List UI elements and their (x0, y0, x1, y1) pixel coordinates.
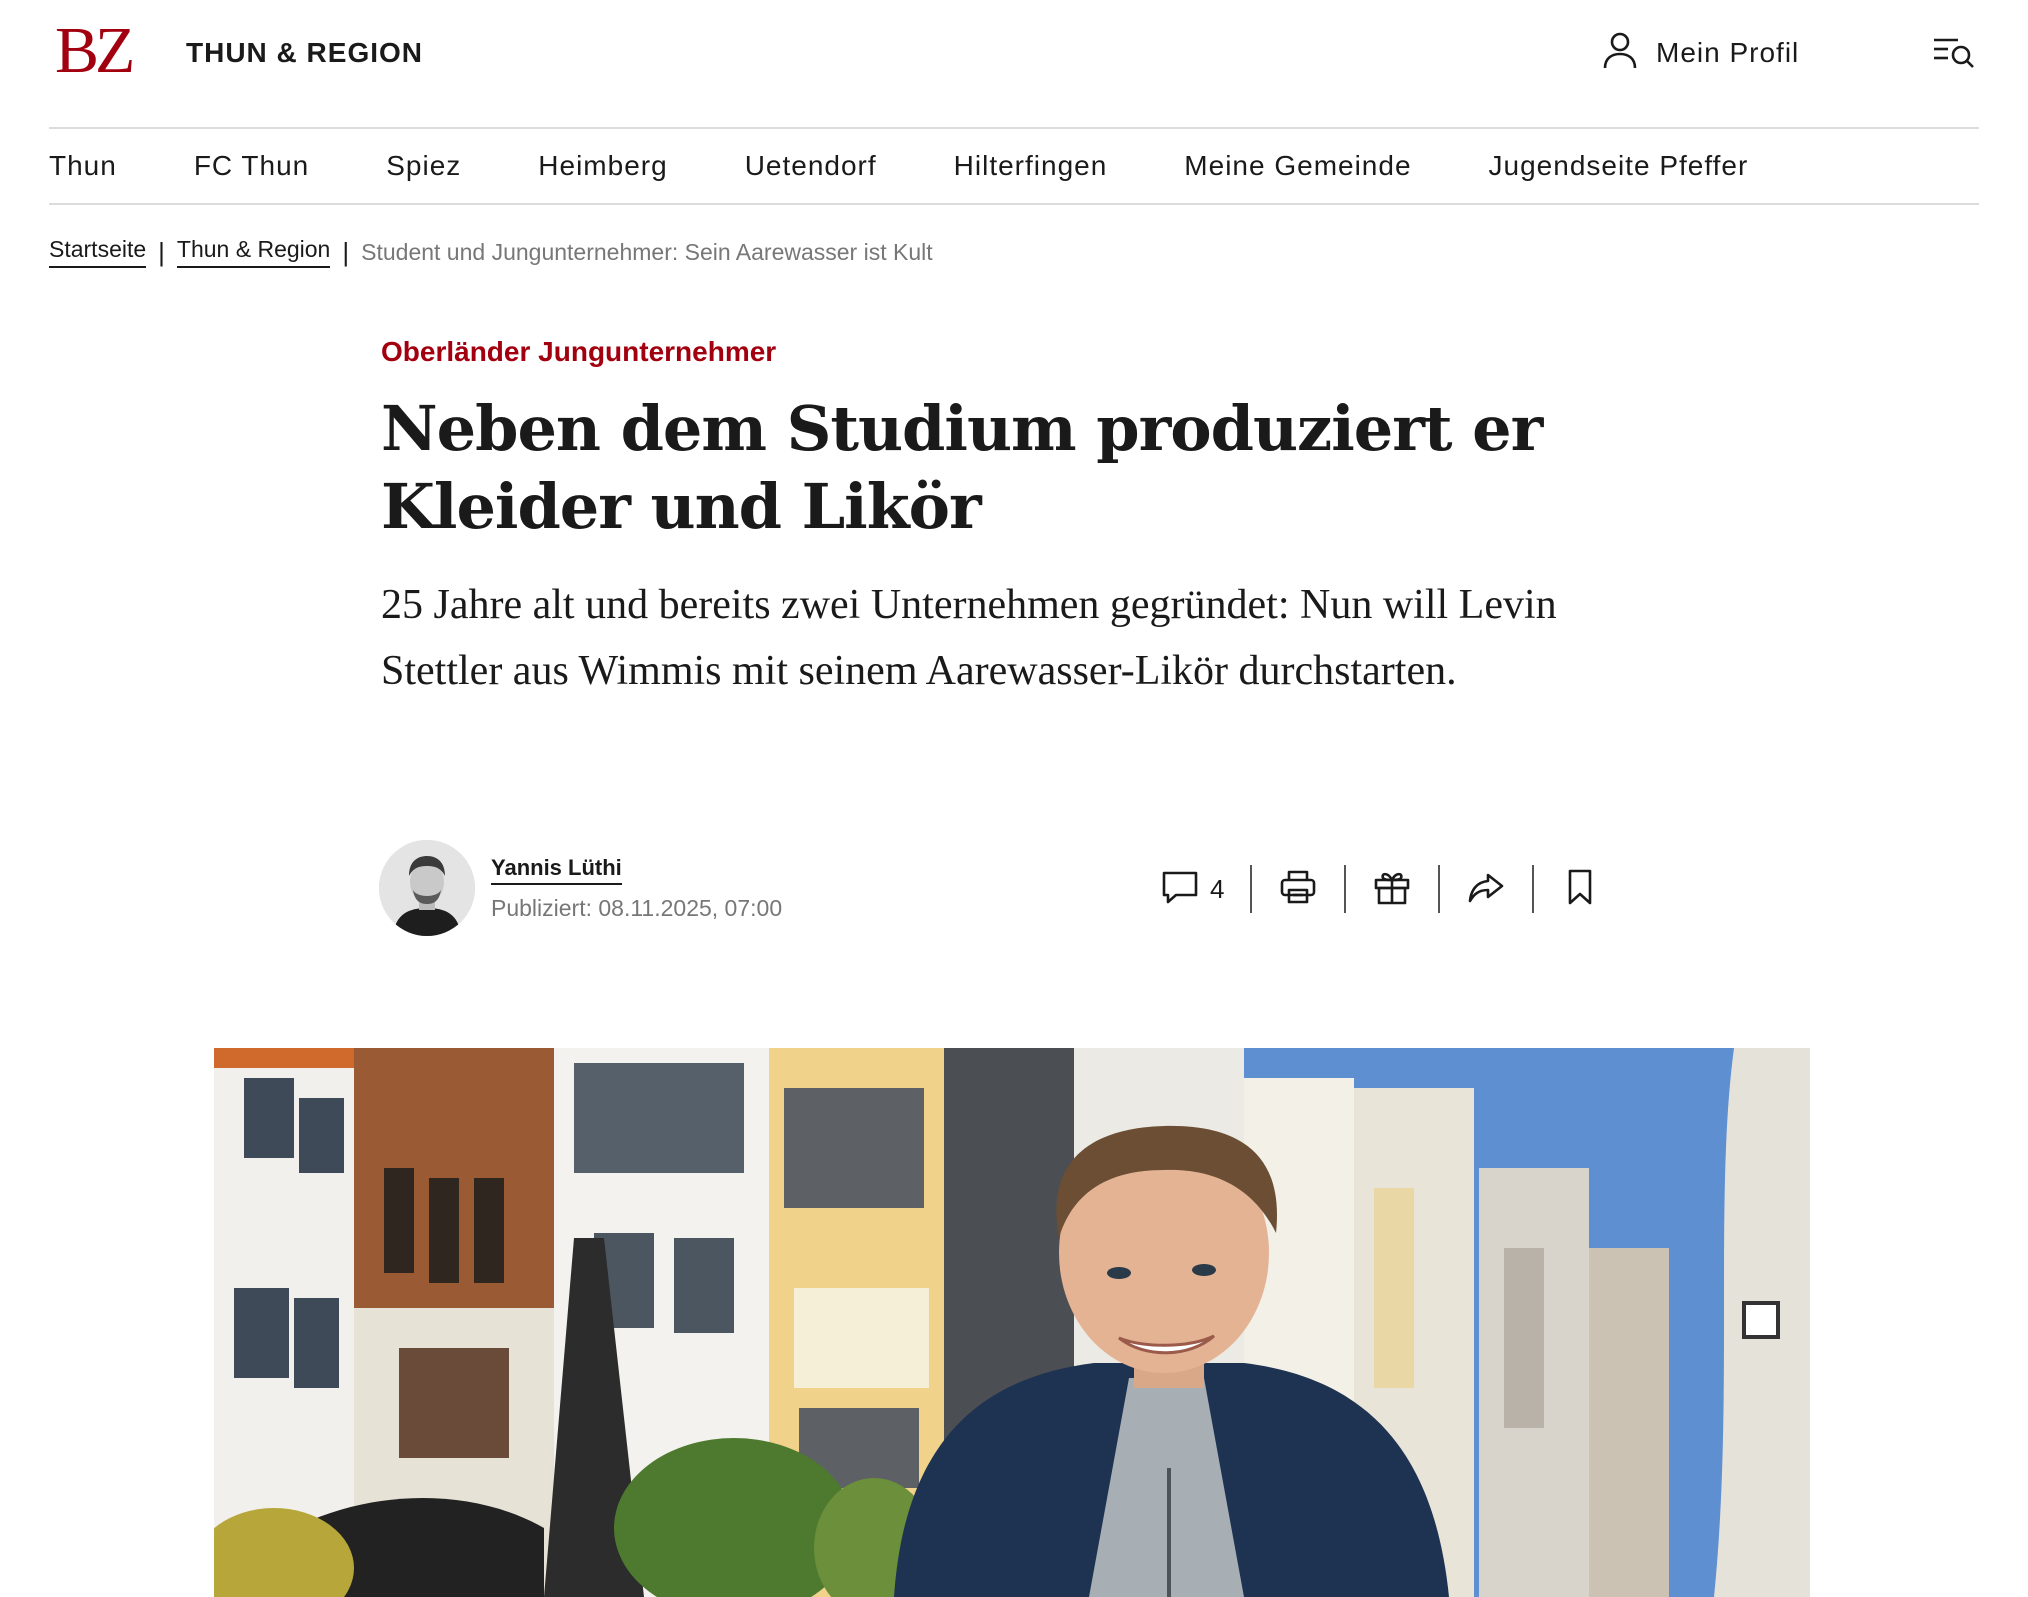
breadcrumb-thun-region[interactable]: Thun & Region (176, 236, 331, 268)
nav-divider (49, 203, 1979, 205)
bz-logo[interactable]: BZ (55, 18, 135, 84)
bookmark-button[interactable] (1534, 864, 1626, 914)
byline: Yannis Lüthi Publiziert: 08.11.2025, 07:… (379, 840, 782, 936)
section-title[interactable]: THUN & REGION (186, 36, 423, 70)
article-lead: 25 Jahre alt und bereits zwei Unternehme… (381, 582, 1557, 694)
menu-search-icon[interactable] (1932, 34, 1976, 70)
gift-icon (1372, 867, 1412, 912)
nav-item-jugendseite-pfeffer[interactable]: Jugendseite Pfeffer (1489, 150, 1749, 182)
nav-item-hilterfingen[interactable]: Hilterfingen (954, 150, 1108, 182)
breadcrumb-current: Student und Jungunternehmer: Sein Aarewa… (361, 238, 933, 265)
nav-item-uetendorf[interactable]: Uetendorf (745, 150, 877, 182)
comment-count: 4 (1210, 873, 1225, 904)
nav-item-thun[interactable]: Thun (49, 150, 117, 182)
article-headline: Neben dem Studium produziert er Kleider … (381, 392, 1543, 543)
comment-icon (1160, 867, 1200, 912)
profile-label: Mein Profil (1656, 36, 1800, 68)
breadcrumb-separator: | (342, 236, 350, 267)
share-icon (1466, 867, 1506, 912)
article-actions: 4 (1160, 864, 1626, 914)
profile-button[interactable]: Mein Profil (1602, 30, 1799, 75)
publish-date: Publiziert: 08.11.2025, 07:00 (491, 894, 783, 921)
region-nav: Thun FC Thun Spiez Heimberg Uetendorf Hi… (49, 128, 1825, 204)
user-icon (1602, 30, 1638, 75)
comments-button[interactable]: 4 (1160, 864, 1250, 914)
print-icon (1278, 867, 1318, 912)
share-button[interactable] (1440, 864, 1532, 914)
site-header: BZ THUN & REGION Mein Profil (0, 0, 2028, 128)
nav-item-fc-thun[interactable]: FC Thun (194, 150, 309, 182)
breadcrumb-separator: | (158, 236, 165, 267)
bookmark-icon (1560, 867, 1600, 912)
breadcrumb-startseite[interactable]: Startseite (49, 236, 147, 268)
author-avatar[interactable] (379, 840, 475, 936)
hero-image[interactable] (214, 1048, 1810, 1597)
breadcrumb: Startseite | Thun & Region | Student und… (49, 236, 933, 268)
nav-item-spiez[interactable]: Spiez (386, 150, 461, 182)
gift-button[interactable] (1346, 864, 1438, 914)
nav-item-meine-gemeinde[interactable]: Meine Gemeinde (1184, 150, 1411, 182)
nav-item-heimberg[interactable]: Heimberg (538, 150, 667, 182)
article-kicker: Oberländer Jungunternehmer (381, 336, 777, 367)
author-name[interactable]: Yannis Lüthi (491, 855, 622, 885)
print-button[interactable] (1252, 864, 1344, 914)
